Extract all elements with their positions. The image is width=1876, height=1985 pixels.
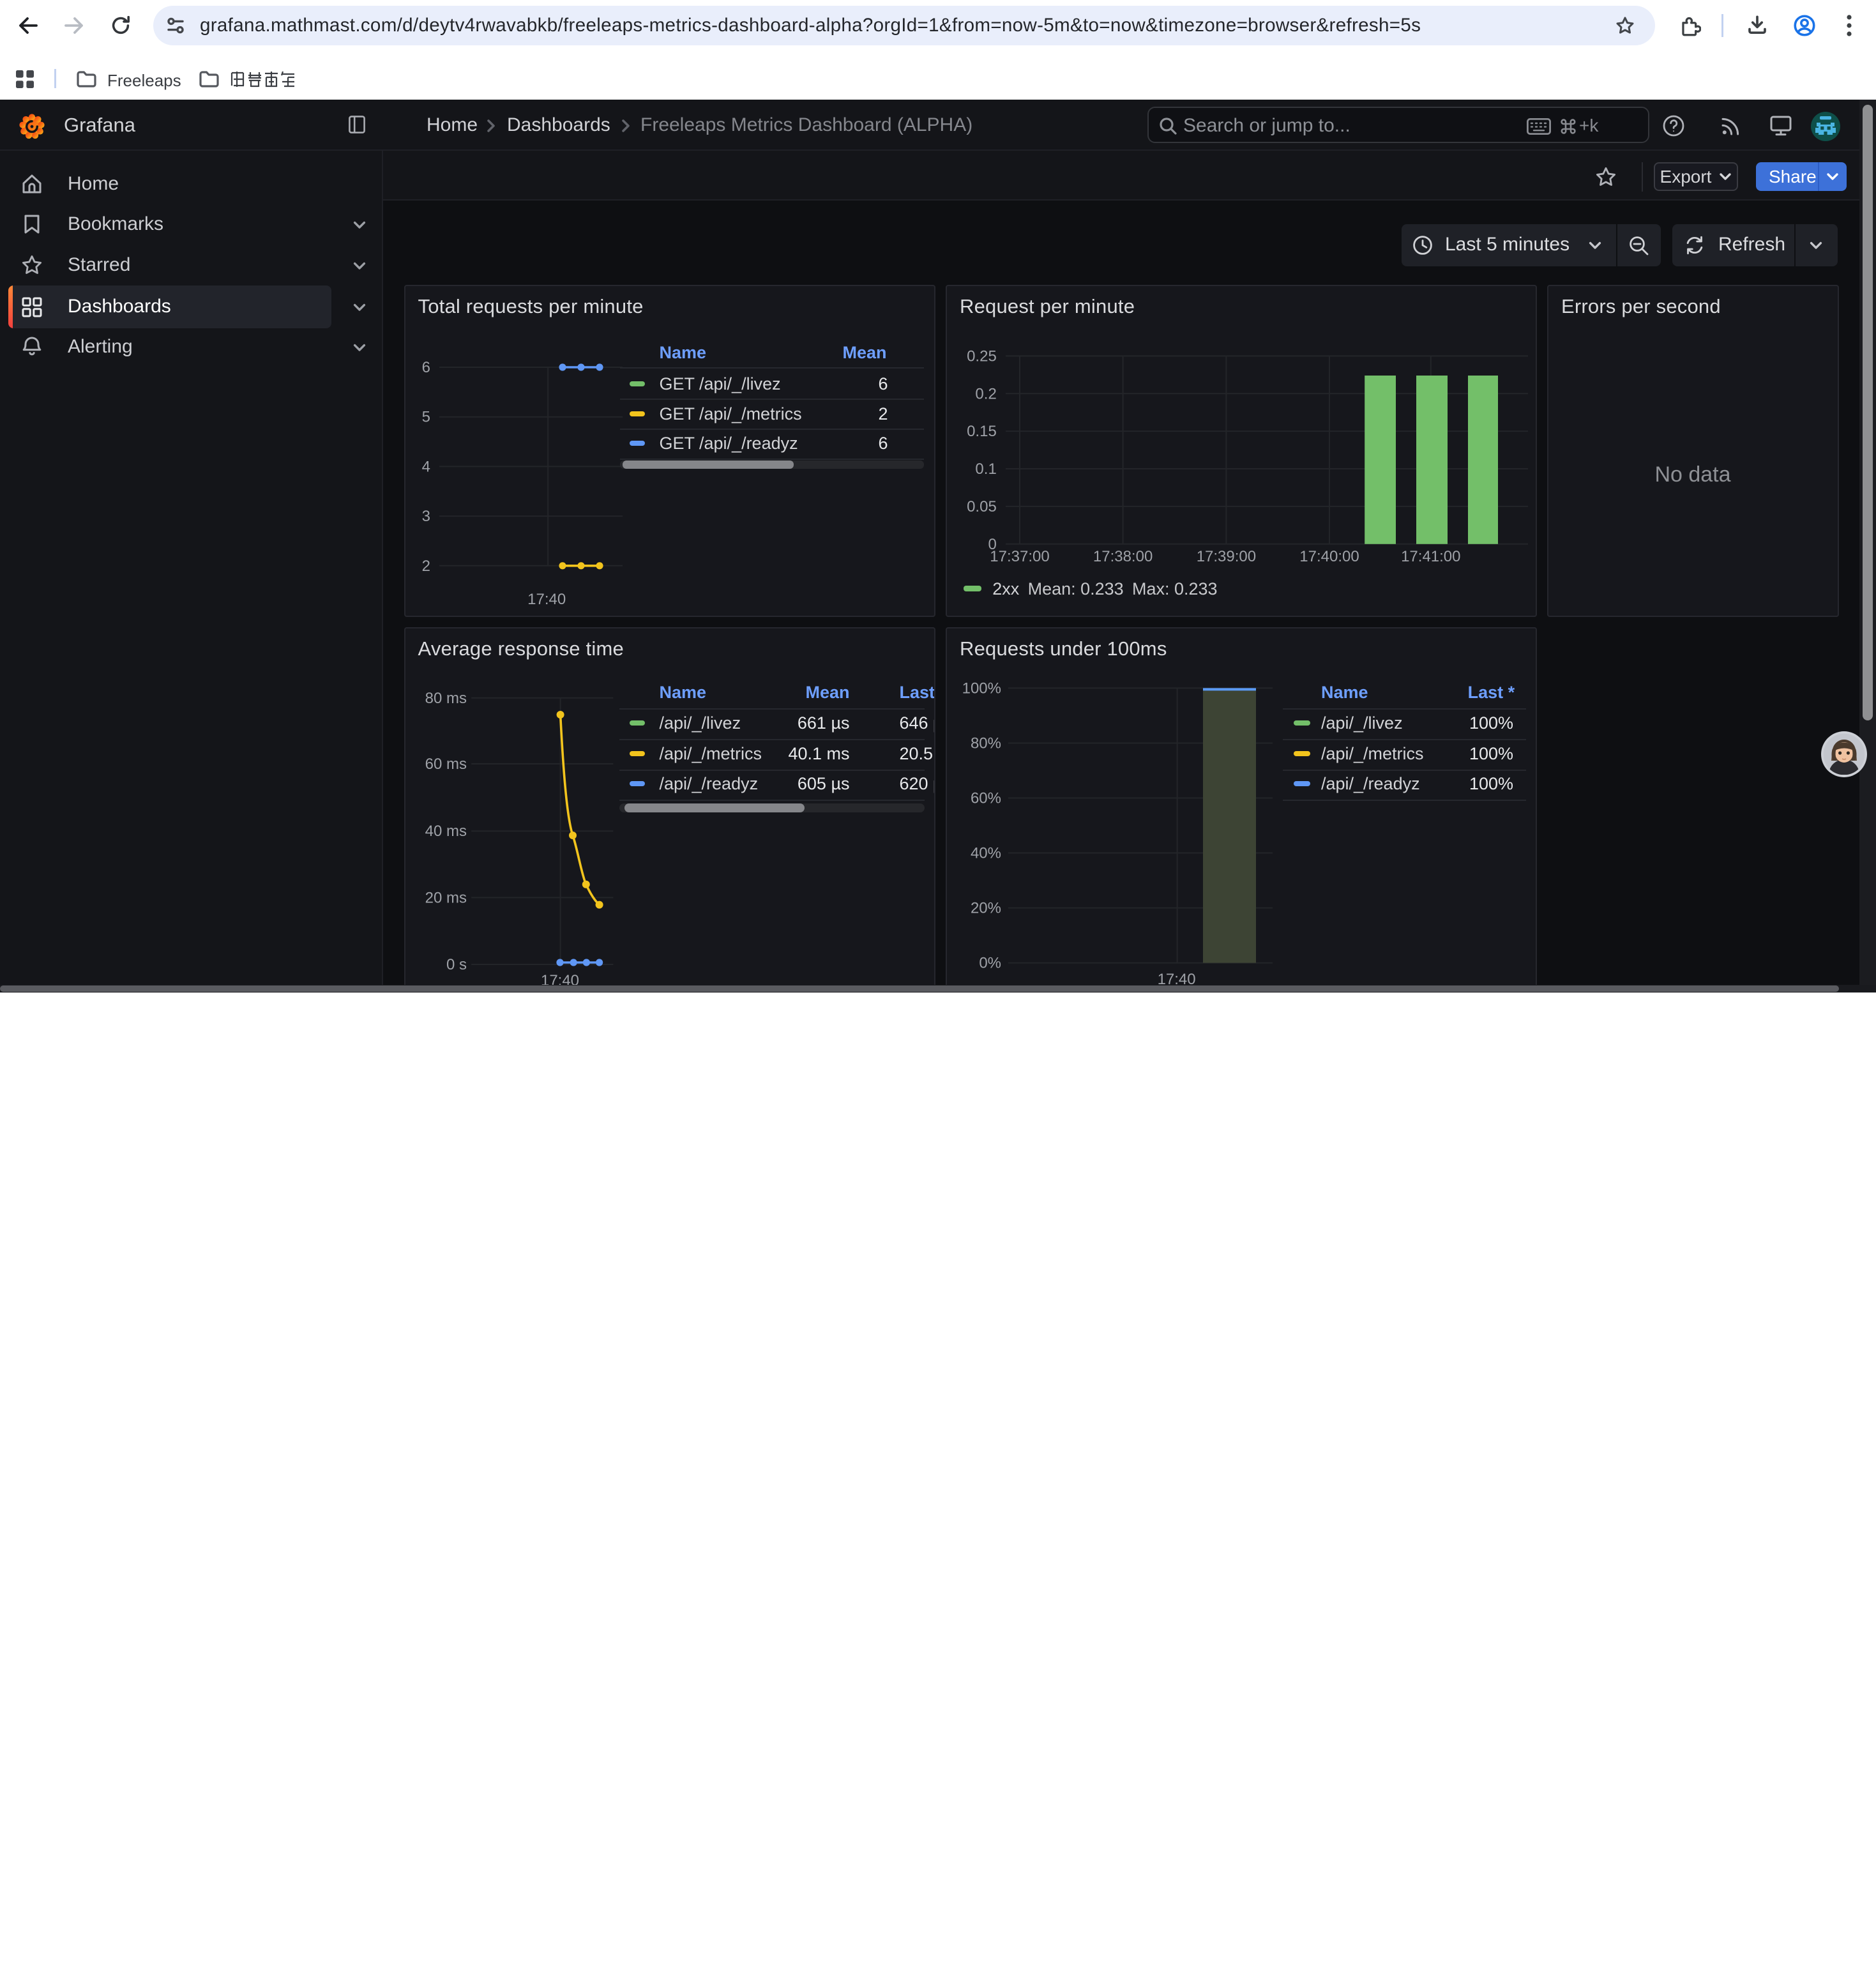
svg-text:80 ms: 80 ms	[425, 690, 466, 707]
svg-text:5: 5	[421, 409, 430, 426]
svg-text:80%: 80%	[971, 734, 1001, 752]
svg-text:17:40:00: 17:40:00	[1299, 548, 1359, 565]
svg-text:3: 3	[421, 508, 430, 525]
svg-text:0.2: 0.2	[975, 385, 996, 402]
svg-text:6: 6	[421, 359, 430, 376]
svg-text:17:37:00: 17:37:00	[990, 548, 1049, 565]
svg-text:0.1: 0.1	[975, 460, 996, 478]
svg-text:60%: 60%	[971, 789, 1001, 807]
svg-text:60 ms: 60 ms	[425, 756, 466, 773]
svg-text:17:41:00: 17:41:00	[1401, 548, 1460, 565]
svg-text:0.15: 0.15	[967, 423, 997, 440]
svg-text:17:39:00: 17:39:00	[1197, 548, 1256, 565]
svg-text:0 s: 0 s	[446, 956, 466, 973]
svg-text:2: 2	[421, 558, 430, 575]
svg-text:40%: 40%	[971, 845, 1001, 862]
svg-text:0%: 0%	[979, 955, 1001, 972]
svg-text:100%: 100%	[962, 680, 1001, 697]
svg-text:40 ms: 40 ms	[425, 823, 466, 840]
svg-text:17:40: 17:40	[527, 591, 566, 608]
svg-text:17:38:00: 17:38:00	[1093, 548, 1153, 565]
svg-text:0.05: 0.05	[967, 498, 997, 515]
svg-text:0.25: 0.25	[967, 347, 997, 365]
svg-text:20%: 20%	[971, 900, 1001, 917]
svg-text:20 ms: 20 ms	[425, 889, 466, 906]
svg-text:4: 4	[421, 458, 430, 475]
